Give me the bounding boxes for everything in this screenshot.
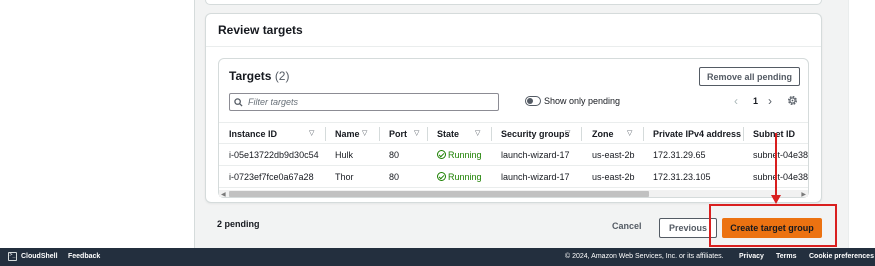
left-panel-border — [194, 0, 195, 248]
column-header-name[interactable]: Name — [335, 129, 360, 139]
table-viewport: Instance ID ▽ Name ▽ Port ▽ State ▽ Secu… — [219, 59, 808, 197]
left-panel — [0, 0, 194, 248]
review-targets-title: Review targets — [218, 23, 303, 37]
column-header-subnet-id[interactable]: Subnet ID — [753, 129, 795, 139]
sort-icon[interactable]: ▽ — [565, 129, 570, 137]
scrollbar-thumb[interactable] — [229, 191, 649, 197]
security-group-cell: launch-wizard-17 — [501, 150, 570, 160]
subnet-id-cell: subnet-04e3864 — [753, 150, 808, 160]
column-separator — [491, 127, 492, 141]
horizontal-scrollbar[interactable]: ◀ ▶ — [219, 190, 808, 197]
table-header: Instance ID ▽ Name ▽ Port ▽ State ▽ Secu… — [219, 122, 808, 144]
previous-card-edge — [205, 0, 822, 5]
check-circle-icon — [437, 150, 446, 159]
column-header-state[interactable]: State — [437, 129, 459, 139]
scroll-left-icon[interactable]: ◀ — [221, 191, 226, 197]
table-row: i-05e13722db9d30c54 Hulk 80 Running laun… — [219, 144, 808, 166]
column-header-port[interactable]: Port — [389, 129, 407, 139]
port-cell: 80 — [389, 172, 400, 182]
state-cell: Running — [437, 150, 482, 160]
name-cell: Hulk — [335, 150, 354, 160]
port-cell: 80 — [389, 150, 400, 160]
cloudshell-link[interactable]: CloudShell — [21, 253, 58, 260]
annotation-arrow-line — [775, 133, 777, 199]
right-panel — [848, 0, 875, 248]
zone-cell: us-east-2b — [592, 172, 635, 182]
column-header-zone[interactable]: Zone — [592, 129, 614, 139]
cancel-button[interactable]: Cancel — [612, 221, 642, 231]
column-header-instance-id[interactable]: Instance ID — [229, 129, 277, 139]
column-separator — [581, 127, 582, 141]
console-footer: CloudShell Feedback © 2024, Amazon Web S… — [0, 248, 875, 266]
scroll-right-icon[interactable]: ▶ — [801, 191, 806, 197]
private-ip-cell: 172.31.23.105 — [653, 172, 711, 182]
column-header-security-groups[interactable]: Security groups — [501, 129, 570, 139]
instance-id-cell: i-05e13722db9d30c54 — [229, 150, 319, 160]
column-separator — [743, 127, 744, 141]
annotation-arrow-head — [771, 195, 781, 204]
subnet-id-cell: subnet-04e3864 — [753, 172, 808, 182]
table-row: i-0723ef7fce0a67a28 Thor 80 Running laun… — [219, 166, 808, 188]
check-circle-icon — [437, 172, 446, 181]
zone-cell: us-east-2b — [592, 150, 635, 160]
column-header-private-ipv4[interactable]: Private IPv4 address — [653, 129, 741, 139]
terminal-icon[interactable] — [8, 252, 17, 261]
private-ip-cell: 172.31.29.65 — [653, 150, 706, 160]
state-label: Running — [448, 172, 482, 182]
cookie-preferences-link[interactable]: Cookie preferences — [809, 253, 874, 260]
pending-count: 2 pending — [217, 219, 260, 229]
annotation-highlight-box — [709, 204, 837, 247]
column-separator — [379, 127, 380, 141]
state-label: Running — [448, 150, 482, 160]
sort-icon[interactable]: ▽ — [414, 129, 419, 137]
instance-id-cell: i-0723ef7fce0a67a28 — [229, 172, 314, 182]
review-targets-card: Review targets Targets (2) Remove all pe… — [205, 13, 822, 203]
sort-icon[interactable]: ▽ — [475, 129, 480, 137]
terms-link[interactable]: Terms — [776, 253, 797, 260]
divider — [206, 46, 821, 47]
column-separator — [643, 127, 644, 141]
sort-icon[interactable]: ▽ — [362, 129, 367, 137]
column-separator — [427, 127, 428, 141]
state-cell: Running — [437, 172, 482, 182]
sort-icon[interactable]: ▽ — [309, 129, 314, 137]
sort-icon[interactable]: ▽ — [627, 129, 632, 137]
feedback-link[interactable]: Feedback — [68, 253, 100, 260]
column-separator — [325, 127, 326, 141]
targets-table-card: Targets (2) Remove all pending Show only… — [218, 58, 809, 198]
privacy-link[interactable]: Privacy — [739, 253, 764, 260]
name-cell: Thor — [335, 172, 354, 182]
copyright-text: © 2024, Amazon Web Services, Inc. or its… — [565, 253, 724, 260]
security-group-cell: launch-wizard-17 — [501, 172, 570, 182]
